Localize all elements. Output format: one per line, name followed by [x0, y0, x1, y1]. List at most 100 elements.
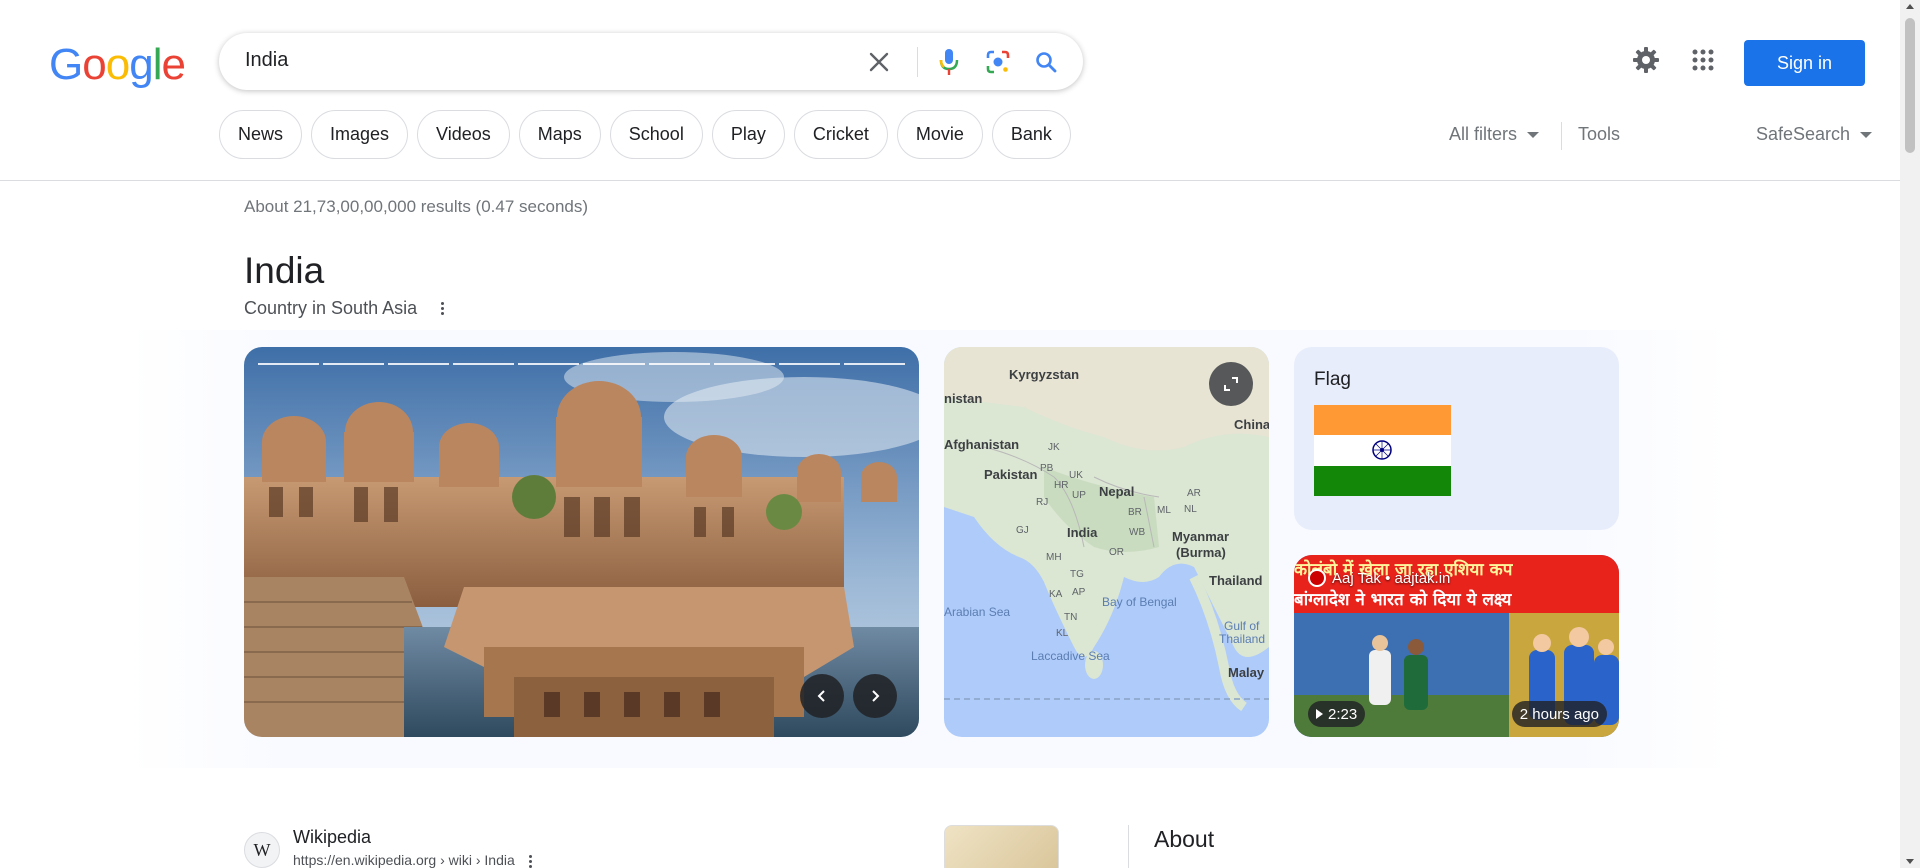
state-label: WB — [1129, 527, 1146, 538]
map-label: Afghanistan — [944, 437, 1020, 452]
map-label: Myanmar — [1172, 529, 1230, 544]
page-scrollbar[interactable] — [1900, 0, 1920, 868]
state-label: UP — [1072, 490, 1086, 501]
search-icon[interactable] — [1029, 45, 1063, 79]
chip-images[interactable]: Images — [311, 110, 409, 159]
map-label: China — [1234, 417, 1269, 432]
safesearch-button[interactable]: SafeSearch — [1756, 124, 1873, 145]
state-label: HR — [1054, 480, 1069, 491]
state-label: PB — [1040, 463, 1054, 474]
chevron-right-icon — [872, 690, 880, 702]
state-label: TN — [1064, 612, 1078, 623]
state-label: AR — [1187, 488, 1201, 499]
knowledge-panel-subtitle: Country in South Asia — [244, 298, 445, 319]
india-map[interactable]: Kyrgyzstan nistan Afghanistan Pakistan C… — [944, 347, 1269, 737]
chevron-down-icon — [1860, 131, 1873, 138]
map-label: Nepal — [1099, 484, 1135, 499]
expand-icon — [1224, 377, 1238, 391]
more-options-icon[interactable] — [441, 302, 445, 315]
state-label: NL — [1184, 504, 1197, 515]
map-label: Gulf of — [1224, 619, 1260, 633]
expand-map-button[interactable] — [1209, 362, 1253, 406]
settings-gear-icon[interactable] — [1629, 43, 1663, 77]
logo-letter: l — [152, 40, 163, 89]
flag-label: Flag — [1314, 369, 1351, 390]
video-headline-bottom: बांग्लादेश ने भारत को दिया ये लक्ष्य — [1294, 590, 1512, 610]
logo-letter: o — [105, 40, 131, 89]
state-label: KL — [1056, 628, 1069, 639]
chip-school[interactable]: School — [609, 110, 703, 159]
video-source-text: Aaj Tak • aajtak.in — [1332, 569, 1451, 587]
scrollbar-thumb[interactable] — [1905, 18, 1915, 153]
about-divider — [1128, 825, 1129, 868]
aajtak-logo-icon — [1308, 569, 1326, 587]
state-label: UK — [1069, 470, 1083, 481]
safesearch-label: SafeSearch — [1756, 124, 1851, 144]
play-icon — [1316, 709, 1323, 719]
scroll-up-icon[interactable] — [1906, 4, 1914, 9]
state-label: RJ — [1036, 497, 1049, 508]
map-label: nistan — [944, 391, 983, 406]
news-video-card[interactable]: कोलंबो में खेला जा रहा एशिया कप बांग्लाद… — [1294, 555, 1619, 737]
chevron-left-icon — [817, 690, 825, 702]
logo-letter: e — [161, 40, 186, 89]
result-site-name[interactable]: Wikipedia — [293, 827, 371, 848]
search-input[interactable]: India — [245, 49, 288, 72]
all-filters-button[interactable]: All filters — [1449, 124, 1540, 145]
chip-maps[interactable]: Maps — [518, 110, 601, 159]
chip-movie[interactable]: Movie — [896, 110, 983, 159]
chevron-down-icon — [1527, 131, 1540, 138]
clear-icon[interactable] — [862, 45, 896, 79]
map-label: India — [1067, 525, 1098, 540]
chip-bank[interactable]: Bank — [991, 110, 1071, 159]
flag-card[interactable]: Flag — [1294, 347, 1619, 530]
google-logo[interactable]: Google — [49, 40, 186, 90]
filter-divider — [1561, 122, 1562, 150]
wikipedia-logo-icon: W — [244, 832, 280, 868]
state-label: KA — [1049, 589, 1063, 600]
map-label: Thailand — [1209, 573, 1263, 588]
all-filters-label: All filters — [1449, 124, 1518, 144]
previous-slide-button[interactable] — [800, 674, 844, 718]
chip-play[interactable]: Play — [711, 110, 785, 159]
state-label: JK — [1048, 442, 1060, 453]
sign-in-button[interactable]: Sign in — [1744, 40, 1865, 86]
scroll-down-icon[interactable] — [1906, 859, 1914, 864]
chip-news[interactable]: News — [219, 110, 303, 159]
result-stats: About 21,73,00,00,000 results (0.47 seco… — [244, 197, 589, 216]
state-label: AP — [1072, 587, 1086, 598]
duration-text: 2:23 — [1328, 705, 1358, 723]
logo-letter: G — [49, 40, 83, 89]
india-flag-image — [1314, 405, 1451, 496]
result-url[interactable]: https://en.wikipedia.org › wiki › India — [293, 852, 532, 868]
result-url-text: https://en.wikipedia.org › wiki › India — [293, 852, 515, 868]
state-label: TG — [1070, 569, 1084, 580]
about-heading: About — [1154, 826, 1215, 852]
map-label: (Burma) — [1176, 545, 1226, 560]
subtitle-text: Country in South Asia — [244, 298, 418, 318]
chip-cricket[interactable]: Cricket — [793, 110, 888, 159]
state-label: BR — [1128, 507, 1142, 518]
microphone-icon[interactable] — [932, 45, 966, 79]
chip-videos[interactable]: Videos — [417, 110, 510, 159]
video-duration: 2:23 — [1308, 701, 1366, 727]
header: Google India Sign in News Images Videos … — [0, 0, 1900, 181]
next-slide-button[interactable] — [853, 674, 897, 718]
google-lens-icon[interactable] — [981, 45, 1015, 79]
video-source: Aaj Tak • aajtak.in — [1308, 569, 1450, 587]
more-options-icon[interactable] — [528, 854, 532, 868]
knowledge-panel-title: India — [244, 250, 325, 291]
map-label: Kyrgyzstan — [1009, 367, 1080, 382]
logo-letter: o — [82, 40, 107, 89]
state-label: MH — [1046, 552, 1062, 563]
map-label: Laccadive Sea — [1031, 649, 1110, 663]
result-thumbnail[interactable] — [944, 825, 1059, 868]
tools-button[interactable]: Tools — [1578, 124, 1620, 145]
slide-progress — [258, 363, 905, 365]
state-label: ML — [1157, 505, 1171, 516]
photo-carousel[interactable] — [244, 347, 919, 737]
tools-label: Tools — [1578, 124, 1621, 144]
apps-grid-icon[interactable] — [1686, 43, 1720, 77]
video-age: 2 hours ago — [1511, 701, 1607, 727]
search-box[interactable]: India — [219, 33, 1083, 90]
